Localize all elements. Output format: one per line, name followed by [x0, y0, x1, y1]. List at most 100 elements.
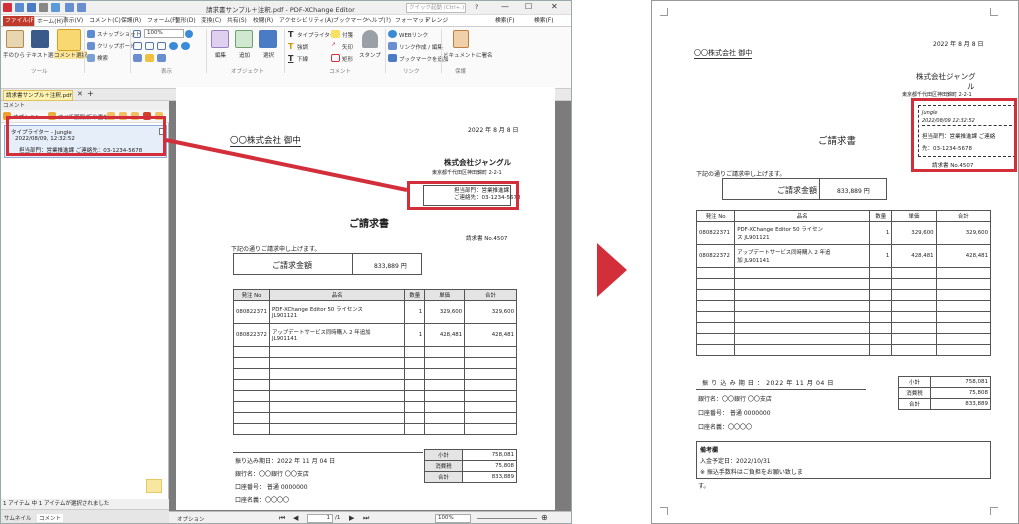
- r-subtotal-value: 758,081: [930, 376, 991, 388]
- menu-format[interactable]: 整形(D): [173, 16, 198, 26]
- next-page-icon[interactable]: ▶: [349, 514, 354, 522]
- rotate-right-icon[interactable]: [181, 42, 190, 50]
- first-page-icon[interactable]: ⏮: [279, 514, 285, 523]
- menu-comment[interactable]: コメント(C): [87, 16, 123, 26]
- layers-icon[interactable]: [157, 54, 166, 62]
- arrow-icon[interactable]: ↗: [331, 42, 336, 48]
- r-header-qty: 数量: [869, 210, 893, 222]
- close-tab-icon[interactable]: ✕: [77, 90, 83, 98]
- zoom-level-select[interactable]: 100%: [435, 514, 471, 523]
- r-total-value: 833,889: [930, 398, 991, 410]
- maximize-icon[interactable]: ☐: [525, 2, 532, 11]
- view-options-button[interactable]: オプション: [177, 515, 205, 523]
- zoom-in-button[interactable]: ⊕: [541, 513, 548, 522]
- single-page-icon[interactable]: [133, 42, 142, 50]
- menu-arrange[interactable]: アレンジ: [423, 16, 450, 26]
- add-icon[interactable]: [235, 30, 253, 48]
- undo-icon[interactable]: [65, 3, 74, 12]
- link-edit-label: リンク作成 / 編集: [399, 45, 443, 51]
- bookmark-add-icon[interactable]: [388, 54, 397, 62]
- folder-icon[interactable]: [145, 54, 154, 62]
- comment-select-icon[interactable]: [57, 29, 81, 51]
- r-bank-name: 銀行名：〇〇銀行 〇〇支店: [698, 396, 772, 403]
- hand-icon[interactable]: [6, 30, 24, 48]
- search-button[interactable]: 検索(F): [495, 16, 514, 26]
- menu-share[interactable]: 共有(S): [225, 16, 249, 26]
- doc-tab[interactable]: 請求書サンプル＋注釈.pdf: [3, 90, 73, 101]
- sticky-note-icon[interactable]: [146, 479, 162, 493]
- text-select-icon[interactable]: [31, 30, 49, 48]
- email-icon[interactable]: [51, 3, 60, 12]
- fit-page-icon[interactable]: [133, 30, 141, 38]
- menu-help[interactable]: ヘルプ(?): [364, 16, 393, 26]
- r-notes-line-1: 入金予定日：2022/10/31: [700, 458, 771, 465]
- table-row: [233, 368, 517, 380]
- r-recipient: 〇〇株式会社 御中: [694, 49, 753, 59]
- table-row: 080822371 PDF-XChange Editor 50 ライセンス JL9…: [233, 300, 517, 324]
- search-button-2[interactable]: 検索(F): [534, 16, 553, 26]
- last-page-icon[interactable]: ⏭: [363, 514, 369, 523]
- menu-review[interactable]: 校閲(R): [251, 16, 275, 26]
- new-tab-icon[interactable]: +: [87, 89, 94, 98]
- r-amount-value: 833,889 円: [837, 188, 870, 195]
- search-label: 検索: [495, 18, 507, 24]
- r-notes-box: 備考欄 入金予定日：2022/10/31 ※ 振込手数料はご負担をお願い致しま: [696, 441, 991, 479]
- tab-comment[interactable]: コメント: [37, 514, 64, 522]
- select-icon[interactable]: [259, 30, 277, 48]
- print-icon[interactable]: [39, 3, 48, 12]
- highlight-icon[interactable]: T: [288, 42, 293, 51]
- clipboard-icon[interactable]: [87, 42, 95, 50]
- save-icon[interactable]: [27, 3, 36, 12]
- rotate-left-icon[interactable]: [169, 42, 178, 50]
- link-edit-icon[interactable]: [388, 42, 397, 50]
- comment-select-label: コメント選択: [54, 51, 88, 59]
- arrow-right-icon: [597, 243, 627, 297]
- continuous-icon[interactable]: [145, 42, 154, 50]
- sign-icon[interactable]: [453, 30, 469, 48]
- ribbon-separator: [284, 29, 285, 73]
- tab-thumbnail[interactable]: サムネイル: [4, 514, 31, 522]
- open-icon[interactable]: [15, 3, 24, 12]
- help-icon[interactable]: ?: [475, 4, 478, 11]
- menu-view[interactable]: 表示(V): [61, 16, 85, 26]
- typewriter-label: タイプライター: [297, 33, 336, 39]
- rect-icon[interactable]: [331, 54, 340, 62]
- account-holder: 口座名義：〇〇〇〇: [235, 497, 290, 504]
- menu-convert[interactable]: 変換(C): [199, 16, 223, 26]
- minimize-icon[interactable]: —: [501, 2, 509, 11]
- table-row: [695, 300, 992, 312]
- header-qty: 数量: [404, 289, 426, 301]
- r-subtotal-label: 小計: [898, 376, 931, 388]
- web-link-icon[interactable]: [388, 30, 397, 38]
- comments-pane-header: コメント: [1, 101, 169, 110]
- group-comment: コメント: [329, 69, 352, 75]
- stamp-icon[interactable]: [362, 30, 378, 48]
- zoom-slider[interactable]: [477, 518, 537, 519]
- page-number-input[interactable]: 1: [307, 514, 333, 523]
- menu-file[interactable]: ファイル(F): [3, 16, 39, 26]
- snapshot-icon[interactable]: [87, 30, 95, 38]
- r-due-date: 振 り 込 み 期 日 ： 2022 年 11 月 04 日: [702, 380, 834, 387]
- page-icon[interactable]: [133, 54, 142, 62]
- sign-label: ドキュメントに署名: [443, 53, 493, 59]
- find-icon[interactable]: [87, 54, 95, 62]
- ribbon-toolbar: 手のひら テキスト選択 コメント選択 スナップショット クリップボード 検索 1…: [1, 27, 571, 89]
- close-icon[interactable]: ✕: [551, 2, 558, 11]
- two-page-icon[interactable]: [157, 42, 166, 50]
- table-row: [233, 412, 517, 424]
- table-row: 080822372 アップデートサービス同時購入 2 年追加 JL901141 1…: [233, 323, 517, 347]
- prev-page-icon[interactable]: ◀: [293, 514, 298, 522]
- r-account-holder: 口座名義：〇〇〇〇: [698, 424, 753, 431]
- sticky-icon[interactable]: [331, 30, 340, 38]
- quick-launch-input[interactable]: クイック起動 (Ctrl+.): [406, 3, 466, 13]
- underline-icon[interactable]: T: [288, 54, 293, 63]
- redo-icon[interactable]: [77, 3, 86, 12]
- zoom-in-icon[interactable]: [185, 30, 193, 38]
- menu-accessibility[interactable]: アクセシビリティ(A): [277, 16, 335, 26]
- group-object: オブジェクト: [231, 69, 265, 75]
- menu-protect[interactable]: 保護(R): [119, 16, 143, 26]
- edit-icon[interactable]: [211, 30, 229, 48]
- typewriter-icon[interactable]: T: [288, 30, 293, 39]
- r-notes-head: 備考欄: [700, 447, 719, 454]
- zoom-select[interactable]: 100%: [144, 29, 184, 38]
